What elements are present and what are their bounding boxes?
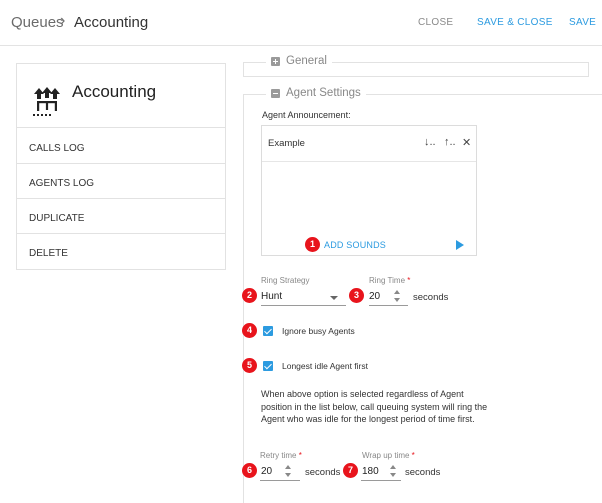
badge-1: 1 — [305, 237, 320, 252]
ignore-busy-checkbox[interactable] — [263, 326, 273, 336]
longest-idle-description: When above option is selected regardless… — [261, 389, 488, 424]
retry-time-input[interactable]: 20 — [261, 466, 272, 477]
save-close-button[interactable]: SAVE & CLOSE — [477, 17, 553, 28]
badge-3: 3 — [349, 288, 364, 303]
ring-time-unit: seconds — [413, 292, 449, 303]
ring-strategy-label: Ring Strategy — [261, 276, 310, 285]
general-section-toggle[interactable]: General — [266, 55, 332, 67]
menu-item-duplicate[interactable]: DUPLICATE — [17, 199, 225, 234]
queue-icon — [33, 87, 60, 116]
badge-2: 2 — [242, 288, 257, 303]
retry-time-unit: seconds — [305, 467, 341, 478]
badge-7: 7 — [343, 463, 358, 478]
badge-4: 4 — [242, 323, 257, 338]
collapse-icon — [271, 88, 280, 98]
move-up-icon[interactable]: ↑.. — [444, 136, 456, 148]
page-title: Accounting — [74, 14, 149, 31]
chevron-down-icon[interactable] — [330, 296, 338, 300]
close-button[interactable]: CLOSE — [418, 17, 453, 28]
agent-settings-title: Agent Settings — [286, 87, 361, 99]
breadcrumb-separator: › — [60, 12, 66, 29]
menu-item-delete[interactable]: DELETE — [17, 234, 225, 269]
longest-idle-checkbox[interactable] — [263, 361, 273, 371]
retry-time-underline — [260, 480, 300, 481]
breadcrumb-queues[interactable]: Queues — [11, 14, 64, 31]
play-icon[interactable] — [456, 240, 464, 250]
increment-icon[interactable] — [390, 465, 396, 469]
decrement-icon[interactable] — [390, 473, 396, 477]
expand-icon — [271, 56, 280, 66]
card-header: Accounting — [17, 64, 225, 128]
menu-item-calls-log[interactable]: CALLS LOG — [17, 129, 225, 164]
menu-item-agents-log[interactable]: AGENTS LOG — [17, 164, 225, 199]
card-title: Accounting — [72, 82, 157, 101]
ring-time-input[interactable]: 20 — [369, 291, 380, 302]
queue-card: Accounting CALLS LOG AGENTS LOG DUPLICAT… — [16, 63, 226, 270]
badge-6: 6 — [242, 463, 257, 478]
increment-icon[interactable] — [394, 290, 400, 294]
announcement-item-name: Example — [268, 138, 305, 149]
ignore-busy-label: Ignore busy Agents — [282, 326, 355, 336]
announcement-label: Agent Announcement: — [262, 110, 351, 120]
wrap-up-time-underline — [361, 480, 401, 481]
longest-idle-label: Longest idle Agent first — [282, 361, 369, 371]
wrap-up-time-label: Wrap up time * — [362, 451, 415, 460]
badge-5: 5 — [242, 358, 257, 373]
wrap-up-time-unit: seconds — [405, 467, 441, 478]
add-sounds-button[interactable]: ADD SOUNDS — [324, 240, 386, 250]
save-button[interactable]: SAVE — [569, 17, 596, 28]
move-down-icon[interactable]: ↓.. — [424, 136, 436, 148]
top-bar: Queues › Accounting CLOSE SAVE & CLOSE S… — [0, 0, 602, 46]
announcement-list: Example ↓.. ↑.. ✕ — [261, 125, 477, 256]
agent-settings-toggle[interactable]: Agent Settings — [266, 87, 366, 99]
general-section-title: General — [286, 55, 327, 67]
remove-icon[interactable]: ✕ — [462, 136, 471, 149]
ring-time-label: Ring Time * — [369, 276, 411, 285]
increment-icon[interactable] — [285, 465, 291, 469]
wrap-up-time-input[interactable]: 180 — [362, 466, 379, 477]
ring-time-underline — [369, 305, 408, 306]
decrement-icon[interactable] — [285, 473, 291, 477]
announcement-item: Example ↓.. ↑.. ✕ — [262, 126, 476, 162]
retry-time-label: Retry time * — [260, 451, 302, 460]
decrement-icon[interactable] — [394, 298, 400, 302]
ring-strategy-select[interactable]: Hunt — [261, 291, 282, 302]
ring-strategy-underline — [261, 305, 346, 306]
